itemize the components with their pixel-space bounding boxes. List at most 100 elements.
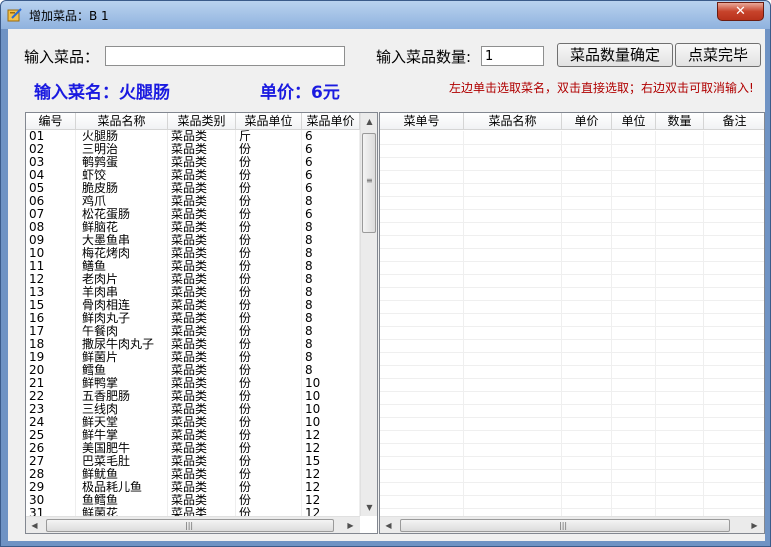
menu-table-cell: 12 <box>302 429 360 442</box>
menu-table-row[interactable]: 07 松花蛋肠 菜品类份 6 <box>26 208 360 221</box>
menu-table-row[interactable]: 01 火腿肠 菜品类斤 6 <box>26 130 360 143</box>
scroll-left-arrow[interactable]: ◀ <box>26 517 43 533</box>
order-column-header[interactable]: 菜品名称 <box>464 113 562 130</box>
order-column-header[interactable]: 备注 <box>704 113 764 130</box>
menu-table-cell: 19 <box>26 351 76 364</box>
finish-order-button[interactable]: 点菜完毕 <box>675 43 761 67</box>
unit-price-text: 单价：6元 <box>260 83 340 103</box>
scroll-left-arrow[interactable]: ◀ <box>380 517 397 533</box>
scroll-right-arrow[interactable]: ▶ <box>342 517 359 533</box>
menu-table-cell: 菜品类 <box>168 286 236 299</box>
menu-table-cell: 11 <box>26 260 76 273</box>
menu-table-row[interactable]: 06 鸡爪 菜品类份 8 <box>26 195 360 208</box>
menu-table-cell: 06 <box>26 195 76 208</box>
menu-table-cell: 6 <box>302 156 360 169</box>
scroll-right-arrow[interactable]: ▶ <box>746 517 763 533</box>
menu-table-cell: 火腿肠 <box>76 130 168 143</box>
menu-table-row[interactable]: 02 三明治 菜品类份 6 <box>26 143 360 156</box>
menu-horizontal-thumb[interactable]: ||| <box>46 519 334 532</box>
menu-vertical-thumb[interactable]: ≡ <box>362 133 376 233</box>
grip-icon: ||| <box>559 521 568 530</box>
menu-table-row[interactable]: 13 羊肉串 菜品类份 8 <box>26 286 360 299</box>
menu-table-cell: 份 <box>236 325 302 338</box>
menu-table-cell: 26 <box>26 442 76 455</box>
menu-horizontal-scrollbar[interactable]: ◀ ||| ▶ <box>26 516 360 533</box>
menu-table-row[interactable]: 19 鲜菌片 菜品类份 8 <box>26 351 360 364</box>
menu-table-cell: 菜品类 <box>168 195 236 208</box>
menu-column-header[interactable]: 菜品类别 <box>168 113 236 130</box>
menu-table-cell: 菜品类 <box>168 221 236 234</box>
menu-table-row[interactable]: 09 大墨鱼串 菜品类份 8 <box>26 234 360 247</box>
menu-table-row[interactable]: 04 虾饺 菜品类份 6 <box>26 169 360 182</box>
menu-table-row[interactable]: 24 鲜天堂 菜品类份 10 <box>26 416 360 429</box>
order-column-header[interactable]: 数量 <box>656 113 704 130</box>
scroll-up-arrow[interactable]: ▲ <box>361 113 377 130</box>
menu-table-row[interactable]: 03 鹌鹑蛋 菜品类份 6 <box>26 156 360 169</box>
menu-column-header[interactable]: 菜品单位 <box>236 113 302 130</box>
menu-table-row[interactable]: 25 鲜牛掌 菜品类份 12 <box>26 429 360 442</box>
menu-table-row[interactable]: 20 鳕鱼 菜品类份 8 <box>26 364 360 377</box>
menu-table-cell: 菜品类 <box>168 299 236 312</box>
order-column-header[interactable]: 单位 <box>612 113 656 130</box>
menu-table-cell: 菜品类 <box>168 468 236 481</box>
menu-column-header[interactable]: 菜品单价 <box>302 113 360 130</box>
menu-table-cell: 8 <box>302 195 360 208</box>
menu-table-row[interactable]: 22 五香肥肠 菜品类份 10 <box>26 390 360 403</box>
dish-input[interactable] <box>105 46 345 66</box>
menu-table-cell: 份 <box>236 169 302 182</box>
menu-table-cell: 09 <box>26 234 76 247</box>
menu-table-row[interactable]: 21 鲜鸭掌 菜品类份 10 <box>26 377 360 390</box>
menu-table-cell: 30 <box>26 494 76 507</box>
order-table[interactable]: 菜单号 菜品名称 单价 单位 数量 备注 ◀ ||| ▶ <box>379 112 765 534</box>
menu-table-row[interactable]: 16 鲜肉丸子 菜品类份 8 <box>26 312 360 325</box>
menu-table-row[interactable]: 12 老肉片 菜品类份 8 <box>26 273 360 286</box>
order-column-header[interactable]: 单价 <box>562 113 612 130</box>
order-horizontal-thumb[interactable]: ||| <box>400 519 730 532</box>
menu-table-row[interactable]: 10 梅花烤肉 菜品类份 8 <box>26 247 360 260</box>
title-bar[interactable]: 增加菜品：B 1 ✕ <box>1 1 770 29</box>
menu-table-row[interactable]: 05 脆皮肠 菜品类份 6 <box>26 182 360 195</box>
menu-table-row[interactable]: 30 鱼鳕鱼 菜品类份 12 <box>26 494 360 507</box>
menu-table-cell: 21 <box>26 377 76 390</box>
menu-table-cell: 08 <box>26 221 76 234</box>
menu-table-cell: 12 <box>302 494 360 507</box>
menu-table-cell: 03 <box>26 156 76 169</box>
order-column-header[interactable]: 菜单号 <box>380 113 464 130</box>
menu-vertical-scrollbar[interactable]: ▲ ≡ ▼ <box>360 113 377 516</box>
menu-table-header: 编号 菜品名称 菜品类别 菜品单位 菜品单价 <box>26 113 360 130</box>
menu-table-row[interactable]: 15 骨肉相连 菜品类份 8 <box>26 299 360 312</box>
menu-table-row[interactable]: 28 鲜鱿鱼 菜品类份 12 <box>26 468 360 481</box>
menu-table-row[interactable]: 23 三线肉 菜品类份 10 <box>26 403 360 416</box>
menu-table-cell: 8 <box>302 221 360 234</box>
scroll-down-arrow[interactable]: ▼ <box>361 499 377 516</box>
order-horizontal-scrollbar[interactable]: ◀ ||| ▶ <box>380 516 764 533</box>
selected-dish-text: 输入菜名：火腿肠 <box>34 83 170 103</box>
menu-table-row[interactable]: 29 极品耗儿鱼 菜品类份 12 <box>26 481 360 494</box>
menu-table-cell: 05 <box>26 182 76 195</box>
menu-table-cell: 份 <box>236 143 302 156</box>
menu-table-cell: 菜品类 <box>168 338 236 351</box>
close-button[interactable]: ✕ <box>717 2 764 21</box>
menu-table-cell: 鲜天堂 <box>76 416 168 429</box>
menu-table-cell: 8 <box>302 312 360 325</box>
menu-column-header[interactable]: 编号 <box>26 113 76 130</box>
menu-table[interactable]: 编号 菜品名称 菜品类别 菜品单位 菜品单价 01 火腿肠 菜品类斤 6 02 三明治 菜品类份 6 0… <box>25 112 378 534</box>
menu-table-cell: 梅花烤肉 <box>76 247 168 260</box>
menu-table-row[interactable]: 17 午餐肉 菜品类份 8 <box>26 325 360 338</box>
menu-table-row[interactable]: 11 鳝鱼 菜品类份 8 <box>26 260 360 273</box>
menu-table-row[interactable]: 08 鲜脑花 菜品类份 8 <box>26 221 360 234</box>
menu-table-cell: 菜品类 <box>168 156 236 169</box>
confirm-qty-button[interactable]: 菜品数量确定 <box>557 43 673 67</box>
menu-table-cell: 鲜牛掌 <box>76 429 168 442</box>
menu-table-row[interactable]: 27 巴菜毛肚 菜品类份 15 <box>26 455 360 468</box>
menu-table-row[interactable]: 18 撒尿牛肉丸子 菜品类份 8 <box>26 338 360 351</box>
menu-table-cell: 菜品类 <box>168 455 236 468</box>
qty-input[interactable] <box>481 46 544 66</box>
menu-table-cell: 鱼鳕鱼 <box>76 494 168 507</box>
app-window: 增加菜品：B 1 ✕ 输入菜品： 输入菜品数量: 菜品数量确定 点菜完毕 输入菜… <box>0 0 771 547</box>
menu-table-cell: 25 <box>26 429 76 442</box>
menu-table-cell: 8 <box>302 273 360 286</box>
menu-table-cell: 8 <box>302 364 360 377</box>
menu-column-header[interactable]: 菜品名称 <box>76 113 168 130</box>
menu-table-row[interactable]: 26 美国肥牛 菜品类份 12 <box>26 442 360 455</box>
